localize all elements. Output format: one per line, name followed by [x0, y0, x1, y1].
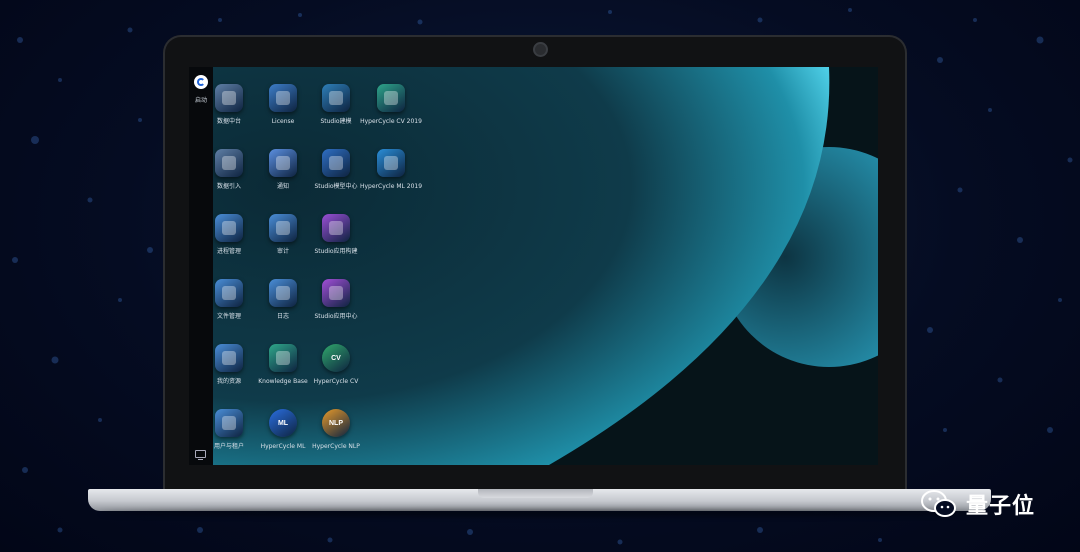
laptop-notch [478, 489, 593, 498]
desktop-screen: 启动 数据中台 License Studio建模 HyperCycle CV 2019… [189, 67, 878, 465]
icon-glyph: ML [277, 419, 289, 427]
watermark-text: 量子位 [966, 494, 1036, 519]
icon-art [222, 286, 236, 300]
desktop-icon[interactable]: 我的资源 [201, 344, 257, 400]
license-icon [269, 84, 297, 112]
desktop-icon[interactable]: Knowledge Base [255, 344, 311, 400]
desktop-icon[interactable]: Studio应用构建 [308, 214, 364, 270]
desktop-icon[interactable]: 用户与租户 [201, 409, 257, 465]
desktop-icon[interactable]: 通知 [255, 149, 311, 205]
desktop-icon[interactable]: HyperCycle ML 2019 [360, 149, 422, 205]
desktop-icon[interactable]: 数据中台 [201, 84, 257, 140]
laptop-shadow [100, 510, 980, 516]
icon-art [329, 91, 343, 105]
hypercycle-ml-icon: ML [269, 409, 297, 437]
icon-art [276, 156, 290, 170]
bell-icon [269, 149, 297, 177]
audit-icon [269, 214, 297, 242]
icon-art [222, 156, 236, 170]
studio-app-builder-icon [322, 214, 350, 242]
data-import-icon [215, 149, 243, 177]
studio-model-center-icon [322, 149, 350, 177]
desktop-icon[interactable]: 数据引入 [201, 149, 257, 205]
icon-art [384, 156, 398, 170]
desktop-icon-label: Studio应用构建 [314, 248, 358, 255]
icon-art [276, 221, 290, 235]
desktop-icon[interactable]: 文件管理 [201, 279, 257, 335]
icon-art [329, 286, 343, 300]
desktop-icon-label: HyperCycle CV 2019 [360, 118, 422, 125]
desktop-icon-label: HyperCycle CV [313, 378, 359, 385]
knowledge-base-icon [269, 344, 297, 372]
icon-art [276, 351, 290, 365]
icon-art [276, 286, 290, 300]
file-manager-icon [215, 279, 243, 307]
icon-art [222, 221, 236, 235]
hypercycle-cv-icon: CV [322, 344, 350, 372]
desktop-icon-label: Studio应用中心 [314, 313, 358, 320]
studio-app-center-icon [322, 279, 350, 307]
desktop-icon[interactable]: HyperCycle CV 2019 [360, 84, 422, 140]
desktop-icon[interactable]: 审计 [255, 214, 311, 270]
icon-art [329, 221, 343, 235]
icon-glyph: CV [331, 354, 341, 362]
data-platform-icon [215, 84, 243, 112]
hypercycle-ml-2019-icon [377, 149, 405, 177]
camera-icon [535, 44, 546, 55]
icon-art [222, 416, 236, 430]
process-manager-icon [215, 214, 243, 242]
icon-glyph: NLP [329, 419, 343, 427]
wechat-icon [921, 490, 956, 517]
desktop-icon[interactable]: Studio模型中心 [308, 149, 364, 205]
icon-art [276, 91, 290, 105]
desktop-icon[interactable]: Studio应用中心 [308, 279, 364, 335]
desktop-icon[interactable]: License [255, 84, 311, 140]
desktop-icon-label: HyperCycle ML 2019 [359, 183, 423, 190]
desktop-icon[interactable]: Studio建模 [308, 84, 364, 140]
watermark: 量子位 [920, 488, 1035, 520]
icon-art [384, 91, 398, 105]
desktop-icon[interactable]: NLP HyperCycle NLP [308, 409, 364, 465]
hypercycle-cv-2019-icon [377, 84, 405, 112]
studio-modeling-icon [322, 84, 350, 112]
hypercycle-nlp-icon: NLP [322, 409, 350, 437]
icon-art [222, 91, 236, 105]
desktop-icon[interactable]: ML HyperCycle ML [255, 409, 311, 465]
log-icon [269, 279, 297, 307]
desktop-icon-label: HyperCycle NLP [312, 443, 360, 450]
icon-art [222, 351, 236, 365]
desktop-icon[interactable]: 日志 [255, 279, 311, 335]
desktop-icon[interactable]: CV HyperCycle CV [308, 344, 364, 400]
my-resources-icon [215, 344, 243, 372]
desktop-icon[interactable]: 进程管理 [201, 214, 257, 270]
users-tenants-icon [215, 409, 243, 437]
icon-art [329, 156, 343, 170]
